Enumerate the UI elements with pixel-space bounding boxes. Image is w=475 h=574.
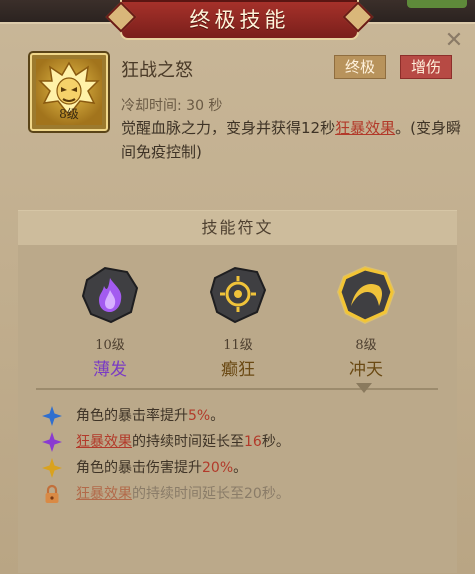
title-banner: 终极技能 [120,0,359,40]
effect-value: 5% [188,408,211,424]
tag-ultimate: 终极 [334,55,387,79]
tag-damage-boost: 增伤 [400,55,453,79]
desc-text-1: 觉醒血脉之力，变身并获得12秒 [121,119,336,137]
rising-arc-icon [333,262,399,328]
skill-icon-frame: 8级 [30,53,108,131]
golden-eye-icon [205,262,271,328]
effect-value: 20% [202,460,234,476]
effect-item: 角色的暴击伤害提升 20%。 [42,458,247,478]
rune-level: 8级 [355,338,377,353]
effect-item-locked: 狂暴效果 的持续时间延长至20秒。 [42,484,290,504]
gold-star-icon [42,458,62,478]
effect-text: 。 [233,460,248,476]
corner-badge [407,0,467,8]
effect-text: 的持续时间延长至20秒。 [132,486,290,502]
frenzy-effect-link[interactable]: 狂暴效果 [76,484,132,504]
chevron-down-icon [356,383,372,393]
rune-name: 冲天 [349,360,383,380]
effect-text: 角色的暴击伤害提升 [76,460,202,476]
blue-star-icon [42,406,62,426]
effect-value: 16 [244,434,262,450]
berserker-face-icon: 8级 [36,59,102,125]
skill-description: 觉醒血脉之力，变身并获得12秒狂暴效果。(变身瞬间免疫控制) [121,116,461,164]
effect-text: 秒。 [261,434,290,450]
purple-star-icon [42,432,62,452]
rune-level: 10级 [95,338,125,353]
skill-level: 8级 [59,107,79,121]
rune-item-chongtian[interactable]: 8级 冲天 [326,262,406,382]
frenzy-effect-link[interactable]: 狂暴效果 [76,432,132,452]
effect-item: 狂暴效果 的持续时间延长至 16 秒。 [42,432,290,452]
cooldown-text: 冷却时间: 30 秒 [121,98,223,114]
rune-name: 薄发 [93,360,127,380]
rune-item-dianKuang[interactable]: 11级 癫狂 [198,262,278,382]
effect-item: 角色的暴击率提升 5%。 [42,406,224,426]
window-title: 终极技能 [189,8,290,32]
rune-item-bofa[interactable]: 10级 薄发 [70,262,150,382]
divider [36,388,438,390]
effect-text: 。 [210,408,225,424]
purple-flame-icon [77,262,143,328]
rune-header: 技能符文 [18,211,457,245]
effect-text: 角色的暴击率提升 [76,408,188,424]
rune-name: 癫狂 [221,360,255,380]
close-button[interactable]: ✕ [443,30,465,52]
effect-text: 的持续时间延长至 [132,434,244,450]
skill-name: 狂战之怒 [121,60,193,81]
lock-icon [42,484,62,504]
rune-level: 11级 [223,338,253,353]
frenzy-effect-link[interactable]: 狂暴效果 [335,119,395,137]
